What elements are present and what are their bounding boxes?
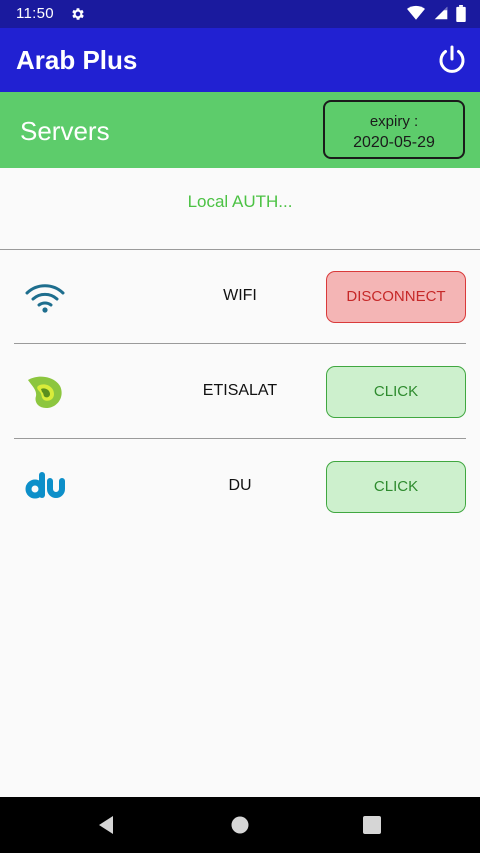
app-title: Arab Plus: [16, 45, 138, 75]
divider: [14, 438, 466, 439]
signal-icon: [434, 6, 447, 20]
divider: [14, 343, 466, 344]
home-icon[interactable]: [230, 815, 250, 835]
connect-button-du[interactable]: CLICK: [326, 461, 466, 513]
connect-button-etisalat[interactable]: CLICK: [326, 366, 466, 418]
gear-icon: [72, 8, 84, 20]
expiry-label: expiry :: [369, 113, 419, 130]
wifi-logo-icon: [25, 284, 65, 313]
battery-icon: [456, 5, 466, 22]
server-name: ETISALAT: [202, 382, 278, 399]
status-bar: 11:50: [0, 0, 480, 28]
du-logo-icon: [25, 472, 65, 499]
auth-status: Local AUTH...: [187, 192, 293, 211]
recents-icon[interactable]: [363, 816, 381, 834]
etisalat-logo-icon: [28, 376, 62, 408]
power-icon[interactable]: [434, 42, 470, 78]
back-icon[interactable]: [97, 815, 115, 835]
disconnect-button[interactable]: DISCONNECT: [326, 271, 466, 323]
expiry-badge: expiry : 2020-05-29: [323, 100, 465, 159]
server-row-wifi: WIFI DISCONNECT: [0, 250, 480, 344]
servers-title: Servers: [20, 116, 110, 146]
server-row-du: DU CLICK: [0, 440, 480, 534]
navigation-bar: [0, 797, 480, 853]
expiry-date: 2020-05-29: [353, 134, 435, 151]
wifi-icon: [407, 5, 426, 20]
server-row-etisalat: ETISALAT CLICK: [0, 345, 480, 439]
server-name: DU: [228, 477, 252, 494]
status-time: 11:50: [16, 5, 54, 22]
app-bar: Arab Plus: [0, 28, 480, 92]
server-name: WIFI: [223, 287, 257, 304]
